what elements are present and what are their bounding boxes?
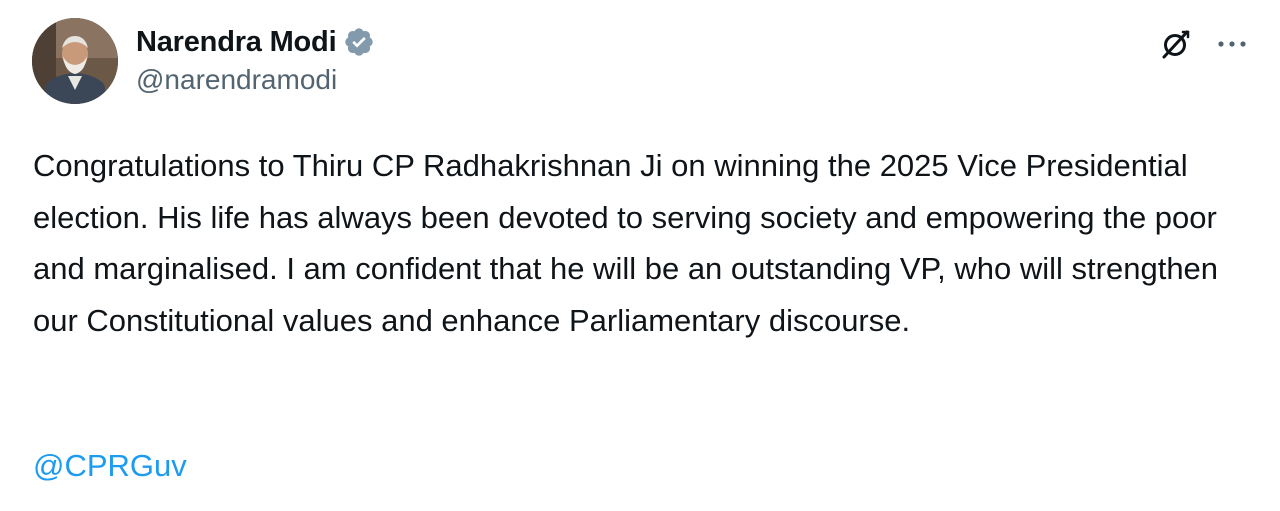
avatar[interactable]: [32, 18, 118, 104]
profile-photo-icon: [32, 18, 118, 104]
post-text: Congratulations to Thiru CP Radhakrishna…: [33, 148, 1227, 338]
name-row: Narendra Modi: [136, 22, 375, 62]
grok-icon[interactable]: [1158, 26, 1194, 62]
post-actions: [1158, 26, 1252, 62]
more-options-icon[interactable]: [1212, 26, 1252, 62]
author-block: Narendra Modi @narendramodi: [136, 22, 375, 96]
display-name[interactable]: Narendra Modi: [136, 26, 337, 59]
mention-link[interactable]: @CPRGuv: [33, 448, 187, 484]
post-card: Narendra Modi @narendramodi Congratulati…: [0, 0, 1280, 511]
handle[interactable]: @narendramodi: [136, 64, 375, 96]
verified-badge-icon[interactable]: [343, 26, 375, 58]
